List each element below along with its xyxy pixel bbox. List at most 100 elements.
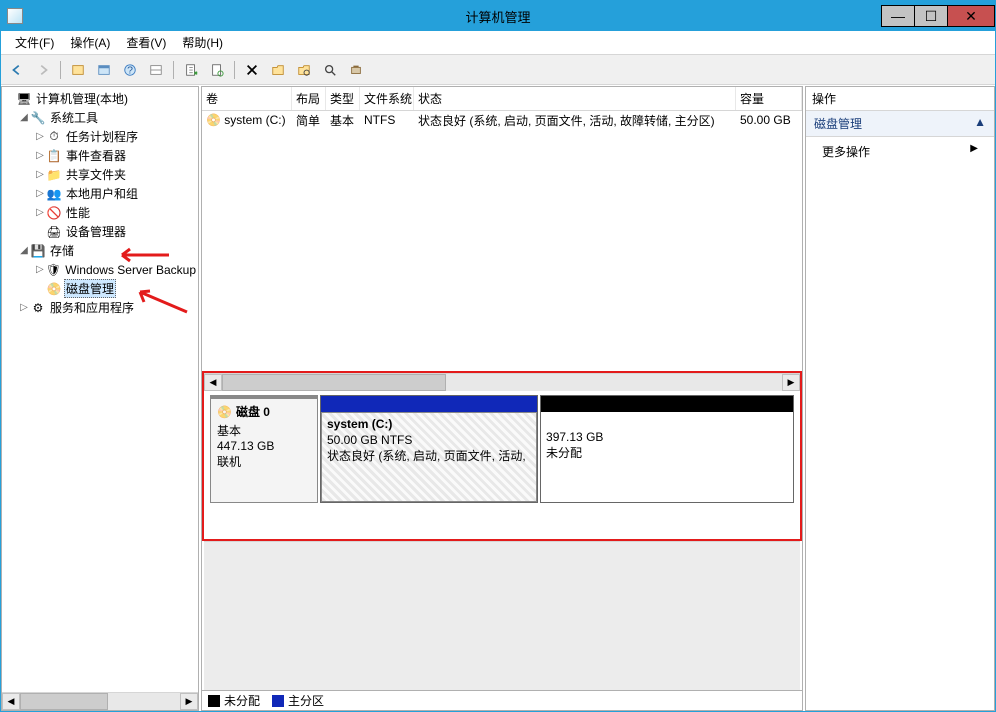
tree-disk-management[interactable]: 📀磁盘管理 [2,279,198,298]
event-icon: 📋 [46,148,62,164]
rescan-button[interactable] [205,59,229,81]
help-button[interactable]: ? [118,59,142,81]
expand-icon[interactable]: ▷ [18,302,30,313]
main-area: 🖥计算机管理(本地) ◢🔧系统工具 ▷⏱任务计划程序 ▷📋事件查看器 ▷📁共享文… [1,85,995,711]
disk-type: 基本 [217,422,311,439]
tree-services-apps[interactable]: ▷⚙服务和应用程序 [2,298,198,317]
view-split-button[interactable] [144,59,168,81]
col-capacity[interactable]: 容量 [736,87,802,110]
expand-icon[interactable]: ▷ [34,264,46,275]
volume-list-header: 卷 布局 类型 文件系统 状态 容量 [202,87,802,111]
expand-icon[interactable]: ▷ [34,207,46,218]
volume-list[interactable]: 📀 system (C:) 简单 基本 NTFS 状态良好 (系统, 启动, 页… [202,111,802,371]
separator [234,61,235,79]
expand-icon[interactable]: ▷ [34,188,46,199]
services-icon: ⚙ [30,300,46,316]
expand-icon[interactable]: ▷ [34,169,46,180]
action-open-button[interactable] [266,59,290,81]
tree-task-scheduler[interactable]: ▷⏱任务计划程序 [2,127,198,146]
volume-layout: 简单 [292,112,326,129]
unalloc-label: 未分配 [546,445,788,461]
volume-type: 基本 [326,112,360,129]
scroll-thumb[interactable] [20,693,108,710]
col-volume[interactable]: 卷 [202,87,292,110]
close-button[interactable]: ✕ [947,5,995,27]
col-layout[interactable]: 布局 [292,87,326,110]
disk-row[interactable]: 📀磁盘 0 基本 447.13 GB 联机 system (C:) 50.00 … [210,395,794,503]
scroll-thumb[interactable] [222,374,446,391]
legend-swatch-primary [272,695,284,707]
menu-view[interactable]: 查看(V) [118,32,174,53]
partition-status: 状态良好 (系统, 启动, 页面文件, 活动, [327,448,531,464]
tree-system-tools[interactable]: ◢🔧系统工具 [2,108,198,127]
settings-button[interactable] [344,59,368,81]
minimize-button[interactable]: — [881,5,915,27]
refresh-button[interactable] [179,59,203,81]
volume-hscrollbar[interactable]: ◀ ▶ [204,373,800,391]
col-status[interactable]: 状态 [414,87,736,110]
show-hide-tree-button[interactable] [66,59,90,81]
volume-name: 📀 system (C:) [202,113,292,127]
center-panel: 卷 布局 类型 文件系统 状态 容量 📀 system (C:) 简单 基本 N… [201,86,803,711]
volume-row[interactable]: 📀 system (C:) 简单 基本 NTFS 状态良好 (系统, 启动, 页… [202,111,802,129]
tree-local-users[interactable]: ▷👥本地用户和组 [2,184,198,203]
actions-panel: 操作 磁盘管理 ▲ 更多操作 ▶ [805,86,995,711]
collapse-icon[interactable]: ◢ [18,112,30,123]
storage-icon: 💾 [30,243,46,259]
tree-shared-folders[interactable]: ▷📁共享文件夹 [2,165,198,184]
menu-action[interactable]: 操作(A) [62,32,118,53]
clock-icon: ⏱ [46,129,62,145]
maximize-button[interactable]: ☐ [914,5,948,27]
separator [60,61,61,79]
scroll-right-button[interactable]: ▶ [180,693,198,710]
actions-header: 操作 [806,87,994,111]
tree-panel: 🖥计算机管理(本地) ◢🔧系统工具 ▷⏱任务计划程序 ▷📋事件查看器 ▷📁共享文… [1,86,199,711]
scroll-track[interactable] [20,693,180,710]
col-type[interactable]: 类型 [326,87,360,110]
scroll-left-button[interactable]: ◀ [2,693,20,710]
action-explore-button[interactable] [292,59,316,81]
folder-icon: 📁 [46,167,62,183]
scroll-track[interactable] [222,374,782,391]
properties-button[interactable] [92,59,116,81]
tree-performance[interactable]: ▷🚫性能 [2,203,198,222]
submenu-icon: ▶ [970,143,978,160]
delete-button[interactable] [240,59,264,81]
menu-bar: 文件(F) 操作(A) 查看(V) 帮助(H) [1,31,995,55]
actions-more[interactable]: 更多操作 ▶ [806,137,994,166]
actions-section-title[interactable]: 磁盘管理 ▲ [806,111,994,137]
users-icon: 👥 [46,186,62,202]
expand-icon[interactable]: ▷ [34,150,46,161]
expand-icon[interactable]: ▷ [34,131,46,142]
tree-root[interactable]: 🖥计算机管理(本地) [2,89,198,108]
scroll-left-button[interactable]: ◀ [204,374,222,391]
disk-label: 磁盘 0 [236,403,270,420]
zoom-button[interactable] [318,59,342,81]
partition-system[interactable]: system (C:) 50.00 GB NTFS 状态良好 (系统, 启动, … [320,395,538,503]
partition-unallocated[interactable]: 397.13 GB 未分配 [540,395,794,503]
tree-storage[interactable]: ◢💾存储 [2,241,198,260]
forward-button[interactable] [31,59,55,81]
device-icon: 🖨 [46,224,62,240]
disk-size: 447.13 GB [217,439,311,453]
scroll-right-button[interactable]: ▶ [782,374,800,391]
partition-name: system (C:) [327,416,531,432]
tree-device-manager[interactable]: 🖨设备管理器 [2,222,198,241]
tree-hscrollbar[interactable]: ◀ ▶ [2,692,198,710]
disk-info[interactable]: 📀磁盘 0 基本 447.13 GB 联机 [210,395,318,503]
tree-view[interactable]: 🖥计算机管理(本地) ◢🔧系统工具 ▷⏱任务计划程序 ▷📋事件查看器 ▷📁共享文… [2,87,198,692]
back-button[interactable] [5,59,29,81]
tree-event-viewer[interactable]: ▷📋事件查看器 [2,146,198,165]
col-filesystem[interactable]: 文件系统 [360,87,414,110]
legend-bar: 未分配 主分区 [202,690,802,710]
backup-icon: 🛡 [46,262,62,278]
volume-status: 状态良好 (系统, 启动, 页面文件, 活动, 故障转储, 主分区) [414,112,736,129]
collapse-icon[interactable]: ◢ [18,245,30,256]
disk-icon: 📀 [217,405,232,419]
menu-help[interactable]: 帮助(H) [174,32,231,53]
partition-header [321,396,537,412]
tree-ws-backup[interactable]: ▷🛡Windows Server Backup [2,260,198,279]
legend-swatch-unallocated [208,695,220,707]
tools-icon: 🔧 [30,110,46,126]
menu-file[interactable]: 文件(F) [7,32,62,53]
